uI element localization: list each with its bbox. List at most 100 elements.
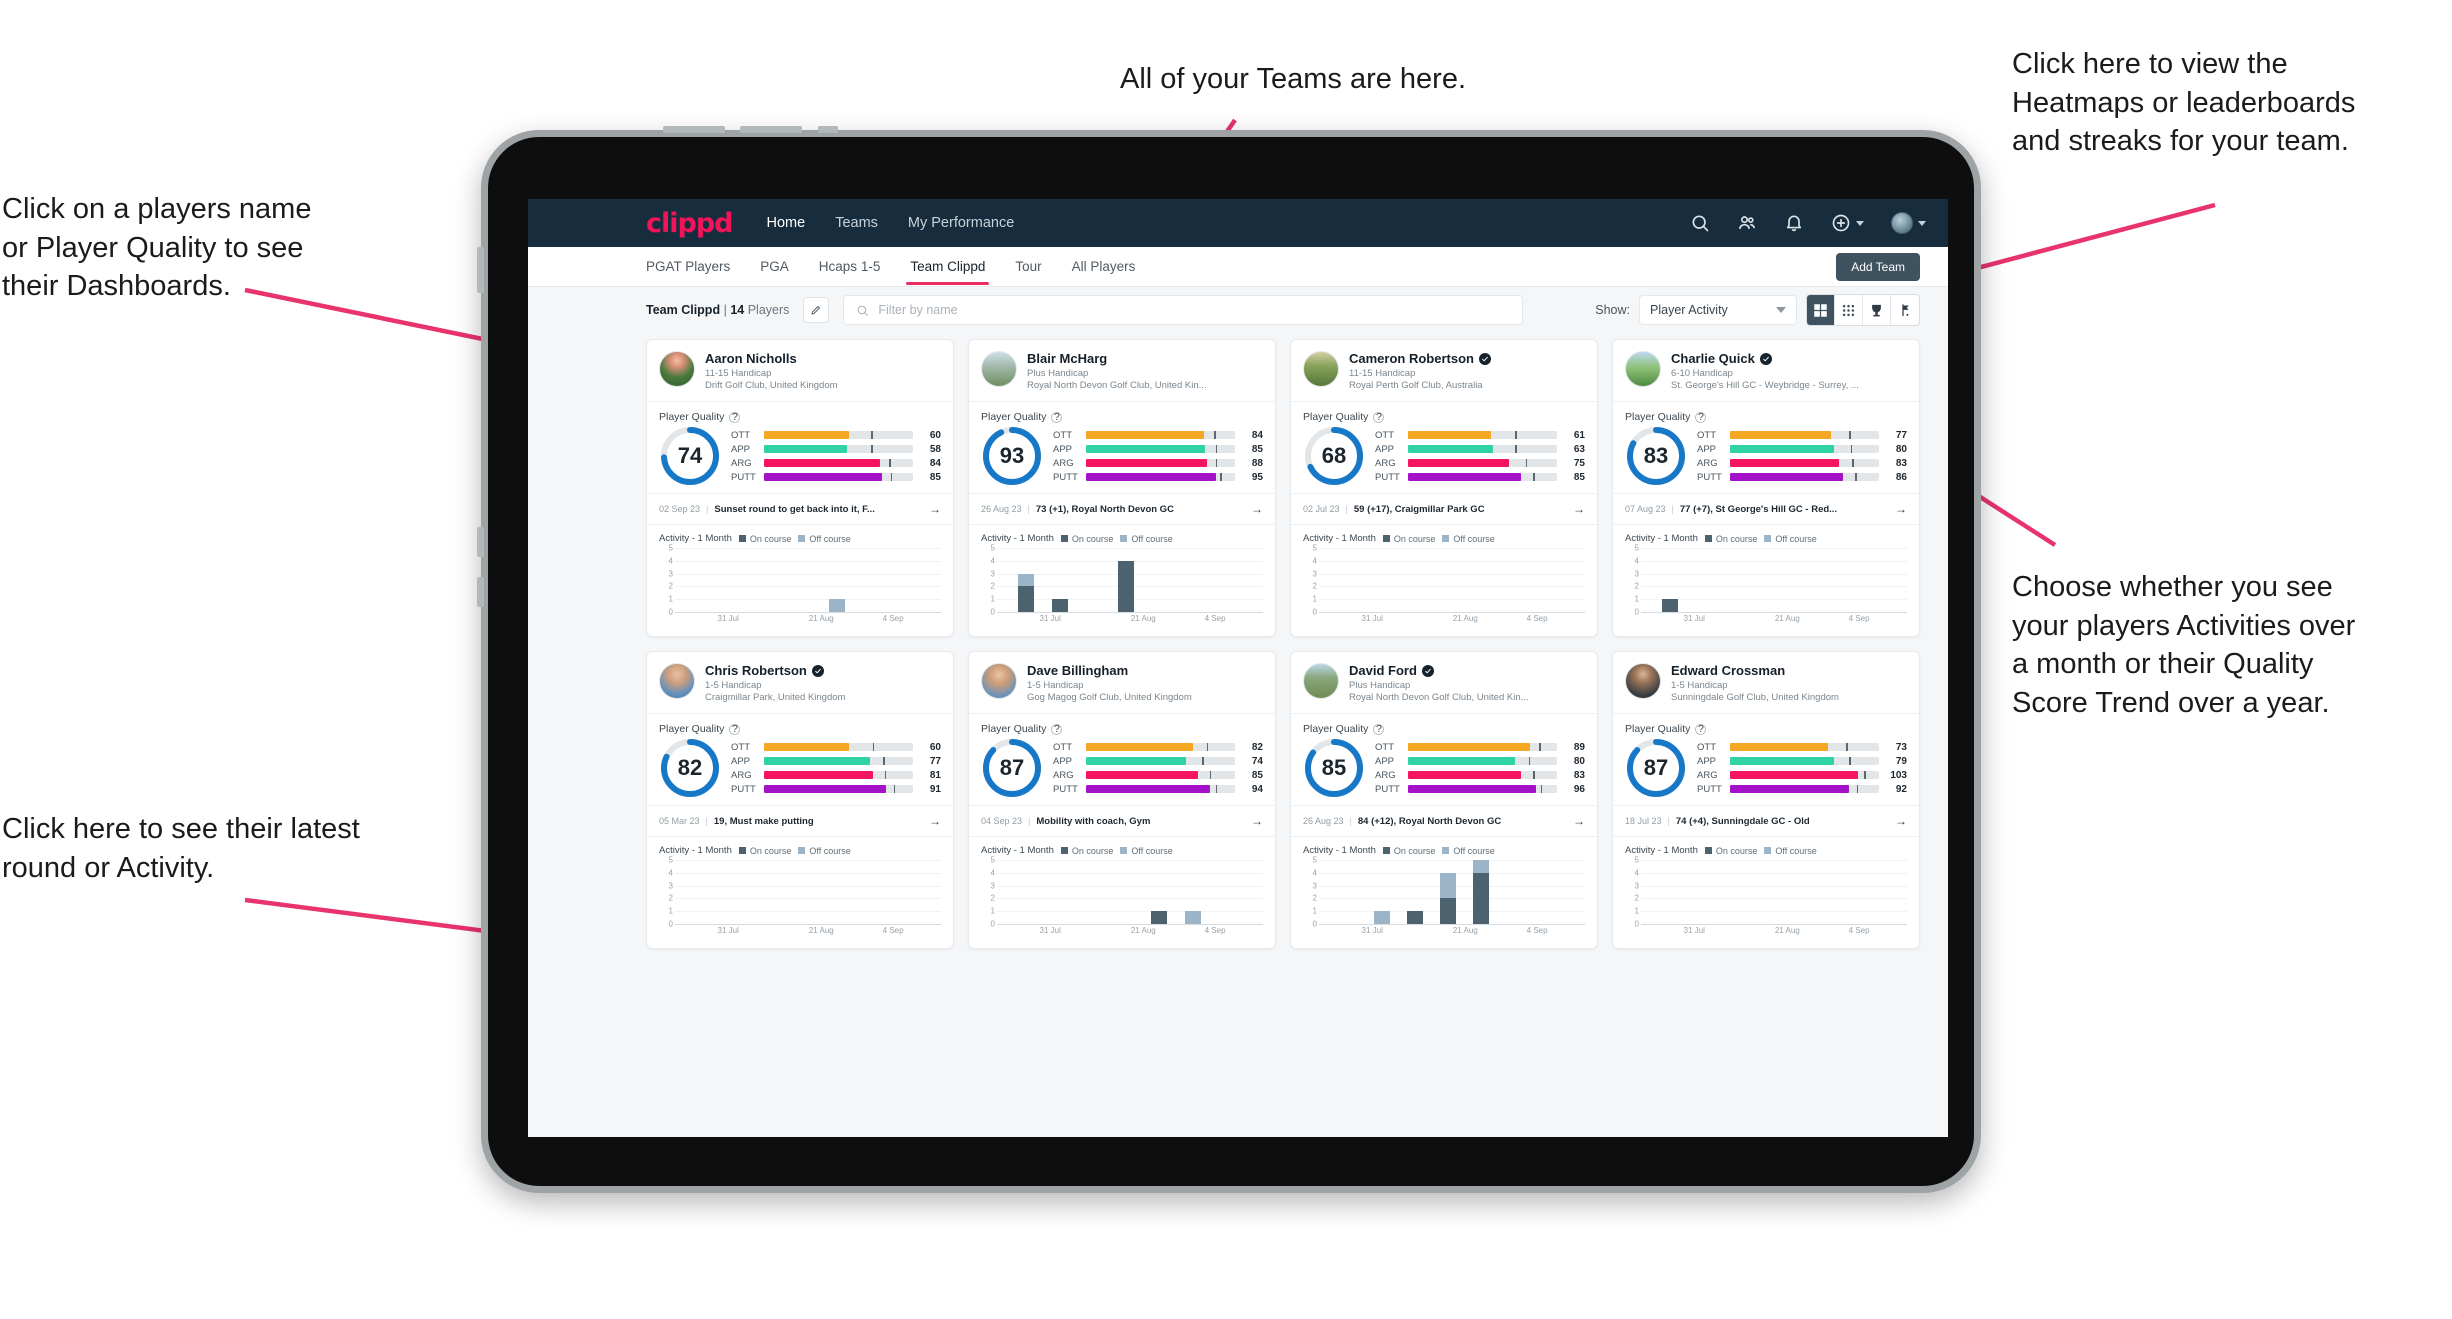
player-name[interactable]: Charlie Quick bbox=[1671, 351, 1755, 366]
latest-round-row[interactable]: 04 Sep 23 | Mobility with coach, Gym → bbox=[969, 805, 1275, 837]
arrow-right-icon[interactable]: → bbox=[1251, 502, 1263, 516]
metric-value: 60 bbox=[929, 429, 941, 441]
latest-round-row[interactable]: 26 Aug 23 | 73 (+1), Royal North Devon G… bbox=[969, 493, 1275, 525]
player-avatar[interactable] bbox=[1303, 663, 1339, 699]
tab-pgat-players[interactable]: PGAT Players bbox=[646, 249, 730, 285]
edit-team-button[interactable] bbox=[803, 297, 830, 323]
help-icon[interactable]: ? bbox=[729, 723, 741, 735]
arrow-right-icon[interactable]: → bbox=[1895, 502, 1907, 516]
search-input[interactable]: Filter by name bbox=[843, 295, 1524, 325]
bell-icon[interactable] bbox=[1784, 213, 1804, 233]
flag-view-button[interactable] bbox=[1891, 295, 1919, 325]
arrow-right-icon[interactable]: → bbox=[1251, 814, 1263, 828]
player-name[interactable]: Cameron Robertson bbox=[1349, 351, 1474, 366]
metric-fill bbox=[1086, 743, 1194, 751]
tab-pga[interactable]: PGA bbox=[760, 249, 789, 285]
latest-round-row[interactable]: 02 Jul 23 | 59 (+17), Craigmillar Park G… bbox=[1291, 493, 1597, 525]
player-quality-section[interactable]: Player Quality ? 87 OTT 73 APP 79 ARG 10… bbox=[1613, 714, 1919, 805]
player-quality-section[interactable]: Player Quality ? 87 OTT 82 APP 74 ARG 85… bbox=[969, 714, 1275, 805]
tab-team-clippd[interactable]: Team Clippd bbox=[906, 249, 990, 285]
legend-on-course: On course bbox=[1060, 846, 1113, 856]
tab-all-players[interactable]: All Players bbox=[1072, 249, 1136, 285]
player-avatar[interactable] bbox=[981, 351, 1017, 387]
clippd-logo[interactable]: clippd bbox=[646, 208, 733, 239]
filter-toolbar: Team Clippd | 14 Players Filter by name … bbox=[528, 287, 1948, 333]
player-quality-section[interactable]: Player Quality ? 82 OTT 60 APP 77 ARG 81… bbox=[647, 714, 953, 805]
y-tick: 4 bbox=[668, 556, 673, 566]
player-card[interactable]: Edward Crossman 1-5 Handicap Sunningdale… bbox=[1612, 651, 1920, 949]
nav-link-teams[interactable]: Teams bbox=[835, 215, 878, 231]
player-card[interactable]: Chris Robertson 1-5 Handicap Craigmillar… bbox=[646, 651, 954, 949]
metric-value: 96 bbox=[1573, 783, 1585, 795]
metric-benchmark-tick bbox=[1540, 785, 1543, 793]
help-icon[interactable]: ? bbox=[1051, 411, 1063, 423]
help-icon[interactable]: ? bbox=[1695, 723, 1707, 735]
y-tick: 5 bbox=[668, 543, 673, 553]
show-select[interactable]: Player Activity bbox=[1639, 295, 1797, 325]
metric-fill bbox=[764, 445, 848, 453]
player-quality-section[interactable]: Player Quality ? 85 OTT 89 APP 80 ARG 83… bbox=[1291, 714, 1597, 805]
help-icon[interactable]: ? bbox=[1695, 411, 1707, 423]
arrow-right-icon[interactable]: → bbox=[929, 502, 941, 516]
nav-link-home[interactable]: Home bbox=[767, 215, 806, 231]
latest-round-row[interactable]: 18 Jul 23 | 74 (+4), Sunningdale GC - Ol… bbox=[1613, 805, 1919, 837]
legend-label-off-course: Off course bbox=[1131, 533, 1173, 544]
player-name[interactable]: Chris Robertson bbox=[705, 663, 807, 678]
player-avatar[interactable] bbox=[659, 663, 695, 699]
player-avatar[interactable] bbox=[1625, 351, 1661, 387]
player-name[interactable]: Aaron Nicholls bbox=[705, 351, 797, 366]
player-name[interactable]: Blair McHarg bbox=[1027, 351, 1107, 366]
arrow-right-icon[interactable]: → bbox=[1573, 814, 1585, 828]
latest-round-row[interactable]: 07 Aug 23 | 77 (+7), St George's Hill GC… bbox=[1613, 493, 1919, 525]
player-card[interactable]: Charlie Quick 6-10 Handicap St. George's… bbox=[1612, 339, 1920, 637]
player-quality-section[interactable]: Player Quality ? 83 OTT 77 APP 80 ARG 83… bbox=[1613, 402, 1919, 493]
help-icon[interactable]: ? bbox=[1373, 411, 1385, 423]
help-icon[interactable]: ? bbox=[1373, 723, 1385, 735]
latest-round-row[interactable]: 26 Aug 23 | 84 (+12), Royal North Devon … bbox=[1291, 805, 1597, 837]
profile-menu-button[interactable] bbox=[1891, 212, 1926, 234]
dot-grid-view-button[interactable] bbox=[1835, 295, 1863, 325]
player-card[interactable]: Blair McHarg Plus Handicap Royal North D… bbox=[968, 339, 1276, 637]
player-quality-section[interactable]: Player Quality ? 74 OTT 60 APP 58 ARG 84… bbox=[647, 402, 953, 493]
tab-hcaps-1-5[interactable]: Hcaps 1-5 bbox=[819, 249, 881, 285]
latest-round-row[interactable]: 05 Mar 23 | 19, Must make putting → bbox=[647, 805, 953, 837]
y-tick: 0 bbox=[990, 919, 995, 929]
add-team-button[interactable]: Add Team bbox=[1836, 253, 1920, 281]
player-card[interactable]: David Ford Plus Handicap Royal North Dev… bbox=[1290, 651, 1598, 949]
grid-view-button[interactable] bbox=[1807, 295, 1835, 325]
latest-round-row[interactable]: 02 Sep 23 | Sunset round to get back int… bbox=[647, 493, 953, 525]
people-icon[interactable] bbox=[1737, 213, 1757, 233]
metric-row: OTT 89 bbox=[1375, 742, 1585, 753]
player-name[interactable]: David Ford bbox=[1349, 663, 1417, 678]
player-card[interactable]: Dave Billingham 1-5 Handicap Gog Magog G… bbox=[968, 651, 1276, 949]
plus-circle-icon[interactable] bbox=[1831, 213, 1851, 233]
metric-track bbox=[1730, 771, 1879, 779]
avatar[interactable] bbox=[1891, 212, 1913, 234]
player-quality-section[interactable]: Player Quality ? 68 OTT 61 APP 63 ARG 75… bbox=[1291, 402, 1597, 493]
arrow-right-icon[interactable]: → bbox=[929, 814, 941, 828]
metric-benchmark-tick bbox=[872, 743, 875, 751]
arrow-right-icon[interactable]: → bbox=[1573, 502, 1585, 516]
add-menu-button[interactable] bbox=[1831, 213, 1864, 233]
chart-bar bbox=[1118, 560, 1135, 612]
player-name[interactable]: Dave Billingham bbox=[1027, 663, 1128, 678]
help-icon[interactable]: ? bbox=[1051, 723, 1063, 735]
player-avatar[interactable] bbox=[1303, 351, 1339, 387]
help-icon[interactable]: ? bbox=[729, 411, 741, 423]
player-avatar[interactable] bbox=[981, 663, 1017, 699]
legend-label-on-course: On course bbox=[1393, 845, 1436, 856]
nav-link-my-performance[interactable]: My Performance bbox=[908, 215, 1014, 231]
player-avatar[interactable] bbox=[659, 351, 695, 387]
trophy-view-button[interactable] bbox=[1863, 295, 1891, 325]
player-card[interactable]: Aaron Nicholls 11-15 Handicap Drift Golf… bbox=[646, 339, 954, 637]
tab-tour[interactable]: Tour bbox=[1015, 249, 1041, 285]
player-name[interactable]: Edward Crossman bbox=[1671, 663, 1785, 678]
arrow-right-icon[interactable]: → bbox=[1895, 814, 1907, 828]
search-icon[interactable] bbox=[1690, 213, 1710, 233]
player-quality-section[interactable]: Player Quality ? 93 OTT 84 APP 85 ARG 88… bbox=[969, 402, 1275, 493]
player-avatar[interactable] bbox=[1625, 663, 1661, 699]
player-card[interactable]: Cameron Robertson 11-15 Handicap Royal P… bbox=[1290, 339, 1598, 637]
metric-track bbox=[1730, 459, 1879, 467]
player-quality-title: Player Quality ? bbox=[659, 411, 941, 423]
chevron-down-icon bbox=[1776, 307, 1786, 313]
